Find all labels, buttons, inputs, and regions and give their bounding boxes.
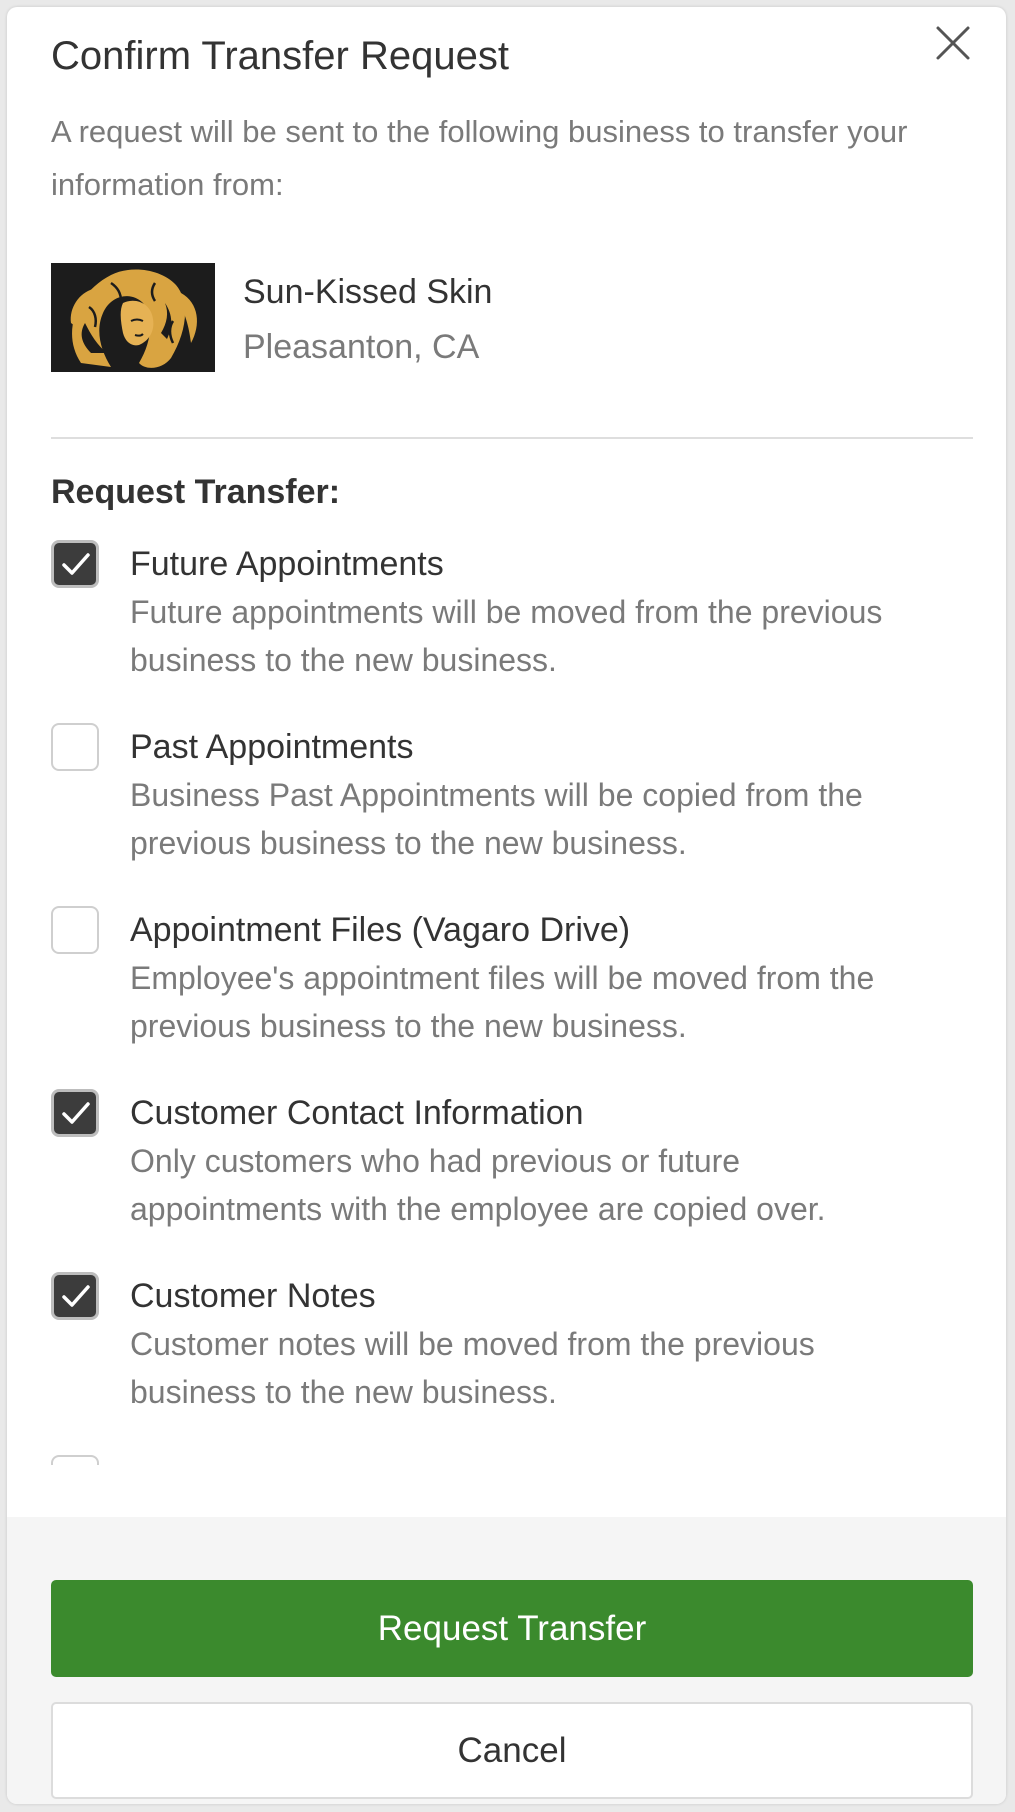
checkmark-icon [62, 553, 90, 575]
option-title: Future Appointments [130, 545, 444, 583]
option-title: Customer Contact Information [130, 1094, 584, 1132]
option-title: Customer Notes [130, 1277, 376, 1315]
checkmark-icon [62, 1285, 90, 1307]
checkmark-icon [62, 1102, 90, 1124]
cancel-button[interactable]: Cancel [51, 1702, 973, 1799]
option-description: Business Past Appointments will be copie… [130, 777, 863, 861]
option-description: Customer notes will be moved from the pr… [130, 1326, 815, 1410]
option-customer-notes[interactable]: Customer Notes Customer notes will be mo… [7, 1272, 1006, 1442]
checkbox[interactable] [51, 723, 99, 771]
option-next-partial[interactable] [7, 1455, 1006, 1465]
checkbox[interactable] [51, 906, 99, 954]
option-description: Only customers who had previous or futur… [130, 1143, 826, 1227]
transfer-dialog: Confirm Transfer Request A request will … [7, 7, 1006, 1804]
dialog-footer: Request Transfer Cancel [7, 1517, 1006, 1804]
checkbox[interactable] [51, 540, 99, 588]
checkbox[interactable] [51, 1455, 99, 1465]
option-description: Employee's appointment files will be mov… [130, 960, 875, 1044]
option-past-appointments[interactable]: Past Appointments Business Past Appointm… [7, 723, 1006, 893]
option-customer-contact[interactable]: Customer Contact Information Only custom… [7, 1089, 1006, 1259]
request-transfer-button[interactable]: Request Transfer [51, 1580, 973, 1677]
option-future-appointments[interactable]: Future Appointments Future appointments … [7, 540, 1006, 710]
option-description: Future appointments will be moved from t… [130, 594, 883, 678]
checkbox[interactable] [51, 1089, 99, 1137]
transfer-options-list: Future Appointments Future appointments … [7, 7, 1006, 1465]
option-title: Past Appointments [130, 728, 414, 766]
option-title: Appointment Files (Vagaro Drive) [130, 911, 631, 949]
checkbox[interactable] [51, 1272, 99, 1320]
option-appointment-files[interactable]: Appointment Files (Vagaro Drive) Employe… [7, 906, 1006, 1076]
